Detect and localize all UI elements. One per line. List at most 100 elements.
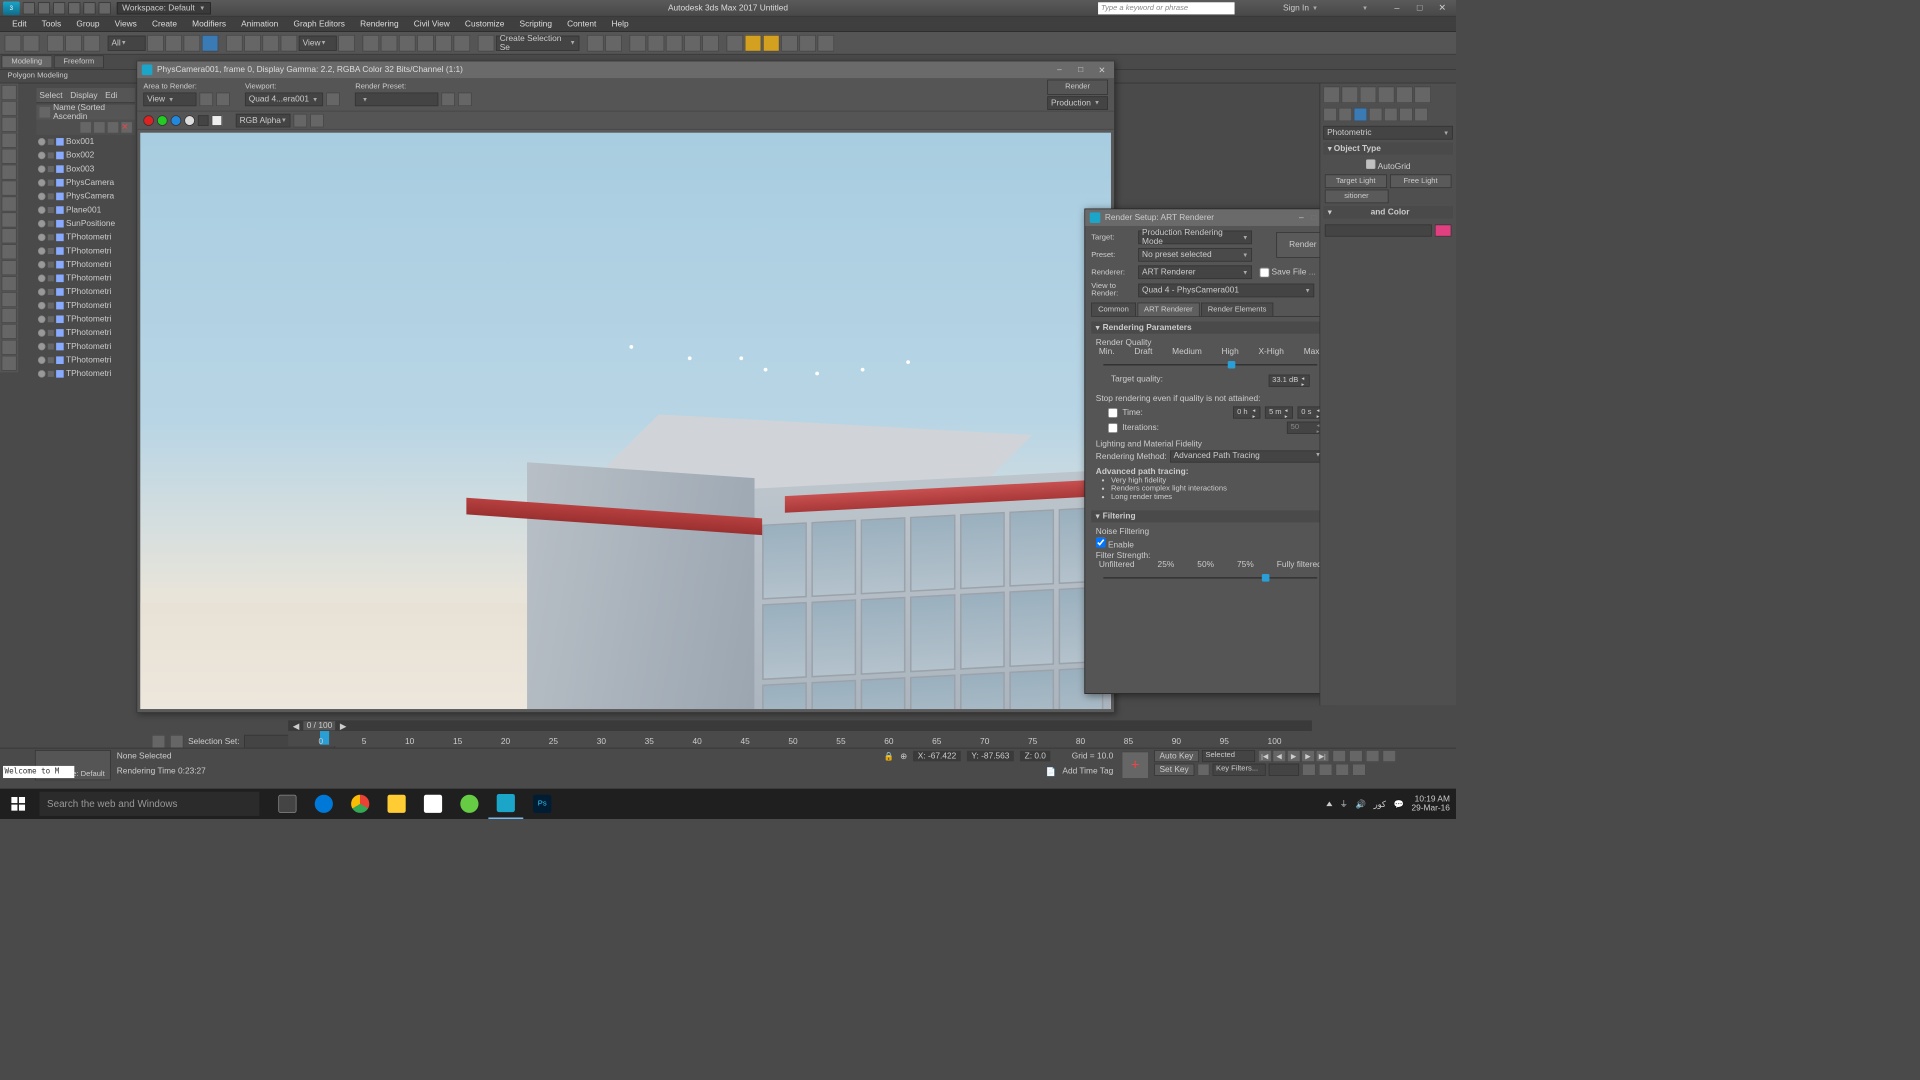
star-icon[interactable] bbox=[1253, 2, 1265, 14]
se-tool-icon[interactable] bbox=[2, 276, 17, 291]
set-key-button[interactable]: Set Key bbox=[1154, 764, 1194, 776]
qat-project-icon[interactable] bbox=[99, 2, 111, 14]
select-name-icon[interactable] bbox=[165, 35, 182, 52]
tab-common[interactable]: Common bbox=[1091, 303, 1135, 317]
render-win-close-button[interactable]: ✕ bbox=[1094, 65, 1109, 75]
freeze-toggle-icon[interactable] bbox=[48, 275, 54, 281]
network-icon[interactable]: ⏚ bbox=[1340, 798, 1348, 810]
channel-list-dropdown[interactable]: RGB Alpha▼ bbox=[236, 113, 291, 127]
layer-explorer-icon[interactable] bbox=[648, 35, 665, 52]
explorer-delete-icon[interactable]: ✕ bbox=[121, 122, 132, 133]
explorer-menu-display[interactable]: Display bbox=[70, 91, 97, 100]
menu-customize[interactable]: Customize bbox=[457, 18, 512, 30]
visibility-toggle-icon[interactable] bbox=[38, 247, 46, 255]
link-icon[interactable] bbox=[47, 35, 64, 52]
list-item[interactable]: PhysCamera bbox=[36, 190, 135, 204]
list-item[interactable]: TPhotometri bbox=[36, 231, 135, 245]
se-tool-icon[interactable] bbox=[2, 212, 17, 227]
layers-icon[interactable] bbox=[629, 35, 646, 52]
rollout-name-color[interactable]: ▾ and Color bbox=[1323, 206, 1453, 218]
save-file-checkbox[interactable] bbox=[1260, 267, 1270, 277]
visibility-toggle-icon[interactable] bbox=[38, 193, 46, 201]
tab-art-renderer[interactable]: ART Renderer bbox=[1137, 303, 1199, 317]
eye-icon[interactable] bbox=[39, 107, 50, 118]
alpha-channel-toggle[interactable] bbox=[184, 115, 195, 126]
list-item[interactable]: TPhotometri bbox=[36, 244, 135, 258]
freeze-toggle-icon[interactable] bbox=[48, 207, 54, 213]
render-win-max-button[interactable]: □ bbox=[1073, 65, 1088, 75]
add-time-tag[interactable]: Add Time Tag bbox=[1062, 767, 1113, 776]
redo-icon[interactable] bbox=[23, 35, 40, 52]
list-item[interactable]: SunPositione bbox=[36, 217, 135, 231]
freeze-toggle-icon[interactable] bbox=[48, 180, 54, 186]
rendering-method-dropdown[interactable]: Advanced Path Tracing▼ bbox=[1170, 450, 1325, 462]
target-dropdown[interactable]: Production Rendering Mode▼ bbox=[1138, 231, 1252, 245]
bind-icon[interactable] bbox=[83, 35, 100, 52]
edge-icon[interactable] bbox=[306, 789, 341, 819]
freeze-toggle-icon[interactable] bbox=[48, 344, 54, 350]
list-item[interactable]: PhysCamera bbox=[36, 176, 135, 190]
window-crossing-icon[interactable] bbox=[202, 35, 219, 52]
target-quality-spinner[interactable]: 33.1 dB bbox=[1268, 375, 1309, 387]
align-icon[interactable] bbox=[605, 35, 622, 52]
se-tool-icon[interactable] bbox=[2, 324, 17, 339]
cameras-icon[interactable] bbox=[1369, 108, 1383, 122]
rs-min-button[interactable]: – bbox=[1299, 213, 1304, 223]
task-view-icon[interactable] bbox=[270, 789, 305, 819]
render-cloud-icon[interactable] bbox=[817, 35, 834, 52]
lang-indicator[interactable]: كور bbox=[1374, 799, 1386, 809]
menu-edit[interactable]: Edit bbox=[5, 18, 35, 30]
se-tool-icon[interactable] bbox=[2, 228, 17, 243]
se-tool-icon[interactable] bbox=[2, 101, 17, 116]
freeze-toggle-icon[interactable] bbox=[48, 139, 54, 145]
free-light-button[interactable]: Free Light bbox=[1390, 174, 1452, 188]
start-button[interactable] bbox=[0, 789, 36, 819]
freeze-toggle-icon[interactable] bbox=[48, 234, 54, 240]
lock-view-icon[interactable] bbox=[326, 93, 340, 107]
systems-icon[interactable] bbox=[1414, 108, 1428, 122]
lock-selection-icon[interactable]: 🔒 bbox=[884, 751, 894, 761]
freeze-toggle-icon[interactable] bbox=[48, 262, 54, 268]
exchange-icon[interactable] bbox=[1332, 2, 1344, 14]
photoshop-icon[interactable]: Ps bbox=[525, 789, 560, 819]
named-sel-icon[interactable] bbox=[478, 35, 495, 52]
region-auto-icon[interactable] bbox=[216, 93, 230, 107]
visibility-toggle-icon[interactable] bbox=[38, 329, 46, 337]
explorer-menu-select[interactable]: Select bbox=[39, 91, 62, 100]
viewport-dropdown[interactable]: Quad 4...era001▼ bbox=[245, 93, 323, 107]
save-image-icon[interactable] bbox=[310, 113, 324, 127]
maxscript-listener[interactable]: Welcome to M bbox=[3, 766, 74, 778]
auto-key-button[interactable]: Auto Key bbox=[1154, 750, 1198, 762]
tray-overflow-icon[interactable] bbox=[1326, 802, 1332, 807]
notifications-icon[interactable]: 💬 bbox=[1393, 799, 1403, 809]
clone-frame-icon[interactable] bbox=[294, 113, 308, 127]
area-to-render-dropdown[interactable]: View▼ bbox=[143, 93, 196, 107]
green-channel-toggle[interactable] bbox=[157, 115, 168, 126]
unlink-icon[interactable] bbox=[65, 35, 82, 52]
mono-toggle[interactable] bbox=[198, 115, 209, 126]
sun-positioner-button[interactable]: sitioner bbox=[1325, 190, 1388, 204]
freeze-toggle-icon[interactable] bbox=[48, 152, 54, 158]
angle-snap-icon[interactable] bbox=[417, 35, 434, 52]
freeze-toggle-icon[interactable] bbox=[48, 357, 54, 363]
menu-content[interactable]: Content bbox=[560, 18, 604, 30]
time-m-spinner[interactable]: 5 m bbox=[1265, 406, 1293, 418]
set-key-big-button[interactable]: + bbox=[1122, 751, 1149, 778]
rollout-rendering-parameters[interactable]: ▾ Rendering Parameters bbox=[1091, 322, 1329, 334]
goto-end-button[interactable]: ▶| bbox=[1315, 750, 1329, 762]
visibility-toggle-icon[interactable] bbox=[38, 220, 46, 228]
motion-panel-icon[interactable] bbox=[1378, 86, 1395, 103]
menu-civil-view[interactable]: Civil View bbox=[406, 18, 457, 30]
timeline-prev-button[interactable]: ◀ bbox=[293, 721, 299, 731]
volume-icon[interactable]: 🔊 bbox=[1356, 799, 1366, 809]
undo-icon[interactable] bbox=[5, 35, 22, 52]
visibility-toggle-icon[interactable] bbox=[38, 302, 46, 310]
windows-search-input[interactable]: Search the web and Windows bbox=[39, 792, 259, 816]
viewport-nav-icon[interactable] bbox=[1318, 764, 1332, 776]
help-search-input[interactable]: Type a keyword or phrase bbox=[1098, 2, 1235, 14]
list-item[interactable]: Box003 bbox=[36, 162, 135, 176]
visibility-toggle-icon[interactable] bbox=[38, 138, 46, 146]
iterations-checkbox[interactable] bbox=[1108, 423, 1118, 433]
se-tool-icon[interactable] bbox=[2, 244, 17, 259]
freeze-toggle-icon[interactable] bbox=[48, 330, 54, 336]
